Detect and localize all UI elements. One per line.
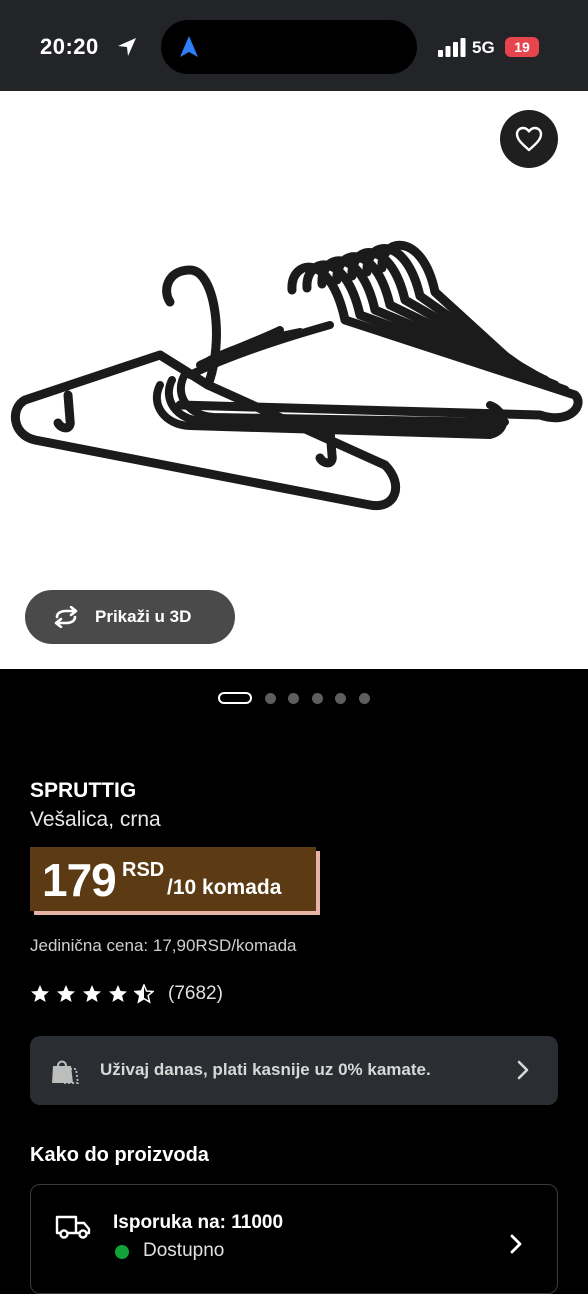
pagination-dot[interactable]: [312, 693, 323, 704]
favorite-button[interactable]: [500, 110, 558, 168]
price-currency: RSD: [122, 859, 165, 881]
status-bar: 20:20 5G 19: [0, 0, 588, 91]
rotate-3d-icon: [54, 606, 78, 628]
heart-icon: [515, 126, 543, 152]
battery-indicator: 19: [505, 37, 539, 57]
availability-text: Dostupno: [143, 1240, 225, 1261]
pagination-dot[interactable]: [335, 693, 346, 704]
chevron-right-icon: [510, 1234, 522, 1254]
price-value: 179: [42, 854, 117, 906]
pagination-dot[interactable]: [288, 693, 299, 704]
availability-dot: [115, 1245, 129, 1259]
unit-price: Jedinična cena: 17,90RSD/komada: [30, 936, 297, 955]
rating-count[interactable]: (7682): [168, 983, 223, 1005]
network-label: 5G: [472, 38, 495, 57]
pagination-dot[interactable]: [359, 693, 370, 704]
delivery-title: Isporuka na: 11000: [113, 1212, 284, 1233]
payment-bag-icon: [52, 1060, 80, 1084]
price-tag: 179 RSD /10 komada: [30, 847, 316, 911]
section-title: Kako do proizvoda: [30, 1144, 209, 1166]
star-icon: [31, 985, 49, 1002]
product-description: Vešalica, crna: [30, 808, 161, 831]
rating-stars[interactable]: [30, 984, 160, 1004]
price-unit: /10 komada: [167, 876, 282, 899]
star-half-icon: [134, 984, 154, 1004]
status-time: 20:20: [40, 34, 99, 59]
battery-level: 19: [514, 39, 530, 55]
signal-icon: [438, 38, 466, 57]
chevron-right-icon: [517, 1060, 529, 1080]
promo-text: Uživaj danas, plati kasnije uz 0% kamate…: [100, 1060, 431, 1079]
pagination-dot-active[interactable]: [218, 692, 252, 704]
product-image: [10, 240, 583, 511]
star-icon: [83, 985, 101, 1002]
star-icon: [57, 985, 75, 1002]
view-3d-button[interactable]: Prikaži u 3D: [25, 590, 235, 644]
truck-icon: [55, 1215, 91, 1239]
view-3d-label: Prikaži u 3D: [95, 607, 192, 626]
delivery-card[interactable]: Isporuka na: 11000 Dostupno: [30, 1184, 558, 1294]
pagination-dot[interactable]: [265, 693, 276, 704]
location-arrow-icon: [118, 38, 136, 56]
payment-promo-banner[interactable]: Uživaj danas, plati kasnije uz 0% kamate…: [30, 1036, 558, 1105]
product-brand: SPRUTTIG: [30, 779, 137, 802]
navigation-icon: [180, 36, 198, 57]
star-icon: [109, 985, 127, 1002]
